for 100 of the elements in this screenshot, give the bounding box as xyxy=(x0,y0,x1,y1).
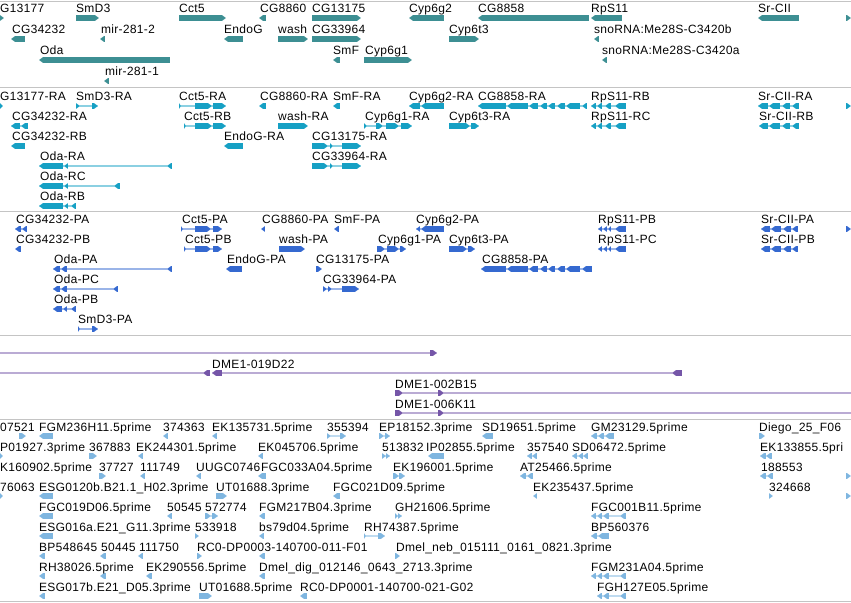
est-arrow[interactable] xyxy=(196,473,201,480)
gene-arrow[interactable] xyxy=(76,15,99,21)
est-label: 50445 xyxy=(101,540,136,554)
est-arrow[interactable] xyxy=(39,493,53,500)
est-arrow[interactable] xyxy=(197,553,202,560)
est-label: EK196001.5prime xyxy=(393,460,494,474)
gene-arrow[interactable] xyxy=(11,36,25,42)
est-arrow[interactable] xyxy=(216,493,227,500)
gene-arrow[interactable] xyxy=(449,36,479,42)
est-arrow[interactable] xyxy=(39,513,53,520)
est-label: 357540 xyxy=(527,440,569,454)
est-label: UT01688.3prime xyxy=(216,480,310,494)
est-arrow[interactable] xyxy=(100,553,106,560)
protein-label: SmD3-PA xyxy=(78,312,133,326)
est-arrow[interactable] xyxy=(138,453,143,460)
est-arrow[interactable] xyxy=(259,513,265,520)
est-arrow[interactable] xyxy=(395,513,402,520)
gene-arrow[interactable] xyxy=(224,36,243,42)
gene-label: mir-281-2 xyxy=(101,22,156,36)
gene-label: Cct5 xyxy=(179,1,205,15)
transcript-arrow[interactable] xyxy=(224,142,243,148)
est-arrow[interactable] xyxy=(0,453,3,460)
gene-arrow[interactable] xyxy=(0,15,4,21)
gene-arrow[interactable] xyxy=(312,36,361,42)
gene-arrow[interactable] xyxy=(846,15,851,21)
gene-arrow[interactable] xyxy=(333,57,340,63)
transcript-arrow[interactable] xyxy=(846,102,851,108)
protein-arrow[interactable] xyxy=(15,246,21,252)
est-label: 355394 xyxy=(327,420,369,434)
est-arrow[interactable] xyxy=(39,553,45,560)
est-arrow[interactable] xyxy=(163,433,168,440)
est-arrow[interactable] xyxy=(39,433,53,440)
transcript-arrow[interactable] xyxy=(333,102,340,108)
transcript-arrow[interactable] xyxy=(0,102,3,108)
protein-label: Sr-CII-PB xyxy=(761,232,816,246)
gene-arrow[interactable] xyxy=(602,57,607,63)
est-label: bs79d04.5prime xyxy=(259,520,350,534)
est-arrow[interactable] xyxy=(259,573,265,580)
est-arrow[interactable] xyxy=(258,453,263,460)
gene-arrow[interactable] xyxy=(104,78,109,84)
est-arrow[interactable] xyxy=(99,473,106,480)
protein-arrow[interactable] xyxy=(226,266,242,272)
est-arrow[interactable] xyxy=(300,593,307,600)
transcript-arrow[interactable] xyxy=(278,122,308,128)
est-arrow[interactable] xyxy=(846,473,851,480)
est-label: EK244301.5prime xyxy=(136,440,237,454)
est-arrow[interactable] xyxy=(482,433,493,440)
gene-arrow[interactable] xyxy=(179,15,226,21)
est-arrow[interactable] xyxy=(138,553,143,560)
gene-arrow[interactable] xyxy=(409,15,444,21)
est-arrow[interactable] xyxy=(140,473,145,480)
est-arrow[interactable] xyxy=(769,493,773,500)
gene-arrow[interactable] xyxy=(278,36,308,42)
est-arrow[interactable] xyxy=(212,433,217,440)
est-label: UUGC0746 xyxy=(196,460,260,474)
clone-label: DME1-006K11 xyxy=(395,396,476,410)
gene-label: CG13175 xyxy=(312,1,366,15)
gene-arrow[interactable] xyxy=(758,15,799,21)
est-arrow[interactable] xyxy=(395,553,400,560)
est-arrow[interactable] xyxy=(259,553,265,560)
est-arrow[interactable] xyxy=(846,493,851,500)
est-arrow[interactable] xyxy=(146,573,152,580)
est-arrow[interactable] xyxy=(195,533,199,540)
transcript-label: Cyp6g2-RA xyxy=(409,88,474,102)
gene-arrow[interactable] xyxy=(364,57,412,63)
protein-label: Cct5-PA xyxy=(182,212,228,226)
est-arrow[interactable] xyxy=(759,433,765,440)
transcript-label: EndoG-RA xyxy=(224,128,284,142)
gene-arrow[interactable] xyxy=(312,15,361,21)
protein-arrow[interactable] xyxy=(334,226,339,232)
est-label: GM23129.5prime xyxy=(591,420,688,434)
est-arrow[interactable] xyxy=(39,573,45,580)
protein-label: Cyp6g1-PA xyxy=(378,232,442,246)
protein-arrow[interactable] xyxy=(846,226,851,232)
est-arrow[interactable] xyxy=(89,453,97,460)
gene-arrow[interactable] xyxy=(591,15,622,21)
est-arrow[interactable] xyxy=(167,513,172,520)
transcript-arrow[interactable] xyxy=(11,142,25,148)
gene-arrow[interactable] xyxy=(100,36,105,42)
gene-arrow[interactable] xyxy=(259,15,266,21)
transcript-label: CG8858-RA xyxy=(478,88,546,102)
protein-arrow[interactable] xyxy=(261,226,265,232)
est-arrow[interactable] xyxy=(428,453,444,460)
protein-arrow[interactable] xyxy=(279,246,305,252)
est-label: 07521 xyxy=(0,420,35,434)
est-arrow[interactable] xyxy=(199,593,212,600)
est-arrow[interactable] xyxy=(333,493,340,500)
protein-label: CG34232-PB xyxy=(16,232,90,246)
gene-arrow[interactable] xyxy=(594,36,599,42)
transcript-label: Oda-RC xyxy=(40,168,86,182)
transcript-arrow[interactable] xyxy=(259,102,266,108)
est-label: FGC033A04.5prime xyxy=(261,460,373,474)
est-arrow[interactable] xyxy=(39,593,45,600)
est-arrow[interactable] xyxy=(100,573,106,580)
est-arrow[interactable] xyxy=(0,493,3,500)
est-arrow[interactable] xyxy=(39,533,53,540)
est-arrow[interactable] xyxy=(533,493,537,500)
est-arrow[interactable] xyxy=(258,473,266,480)
protein-arrow[interactable] xyxy=(316,266,322,272)
est-arrow[interactable] xyxy=(259,533,264,540)
